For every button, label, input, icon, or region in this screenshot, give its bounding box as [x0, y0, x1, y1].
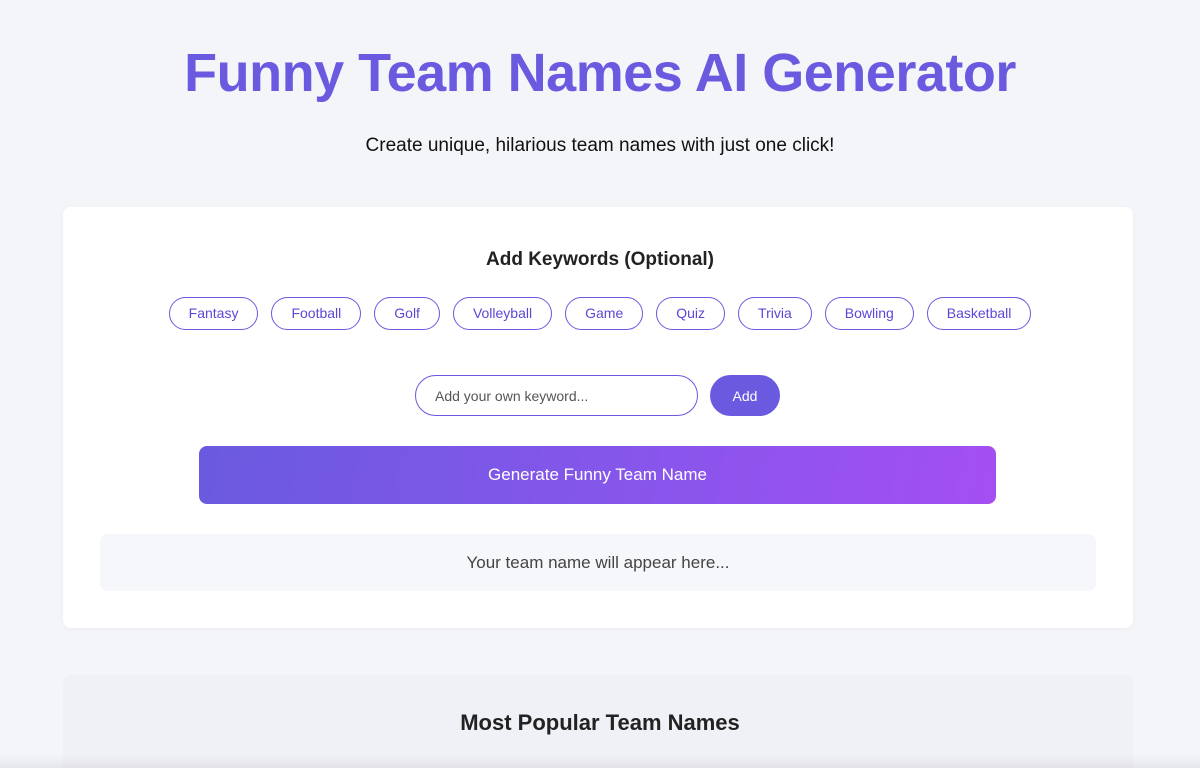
result-box: Your team name will appear here... [100, 534, 1096, 591]
keyword-chip-trivia[interactable]: Trivia [738, 297, 812, 330]
keyword-input[interactable] [415, 375, 698, 416]
keyword-chip-golf[interactable]: Golf [374, 297, 440, 330]
bottom-fade [0, 754, 1200, 768]
keyword-chip-fantasy[interactable]: Fantasy [168, 297, 259, 330]
keyword-chip-bowling[interactable]: Bowling [824, 297, 914, 330]
keyword-chip-basketball[interactable]: Basketball [926, 297, 1032, 330]
page: Funny Team Names AI Generator Create uni… [0, 0, 1200, 768]
page-title: Funny Team Names AI Generator [184, 43, 1016, 103]
generate-button[interactable]: Generate Funny Team Name [199, 446, 996, 504]
add-keyword-button[interactable]: Add [710, 375, 780, 416]
keyword-chip-quiz[interactable]: Quiz [656, 297, 726, 330]
keyword-chip-volleyball[interactable]: Volleyball [452, 297, 553, 330]
popular-heading: Most Popular Team Names [460, 710, 740, 735]
keywords-heading: Add Keywords (Optional) [486, 249, 714, 270]
keyword-chip-game[interactable]: Game [565, 297, 644, 330]
keyword-chips: Fantasy Football Golf Volleyball Game Quiz Tri… [0, 297, 1200, 330]
keyword-chip-football[interactable]: Football [271, 297, 362, 330]
page-subtitle: Create unique, hilarious team names with… [365, 135, 835, 156]
